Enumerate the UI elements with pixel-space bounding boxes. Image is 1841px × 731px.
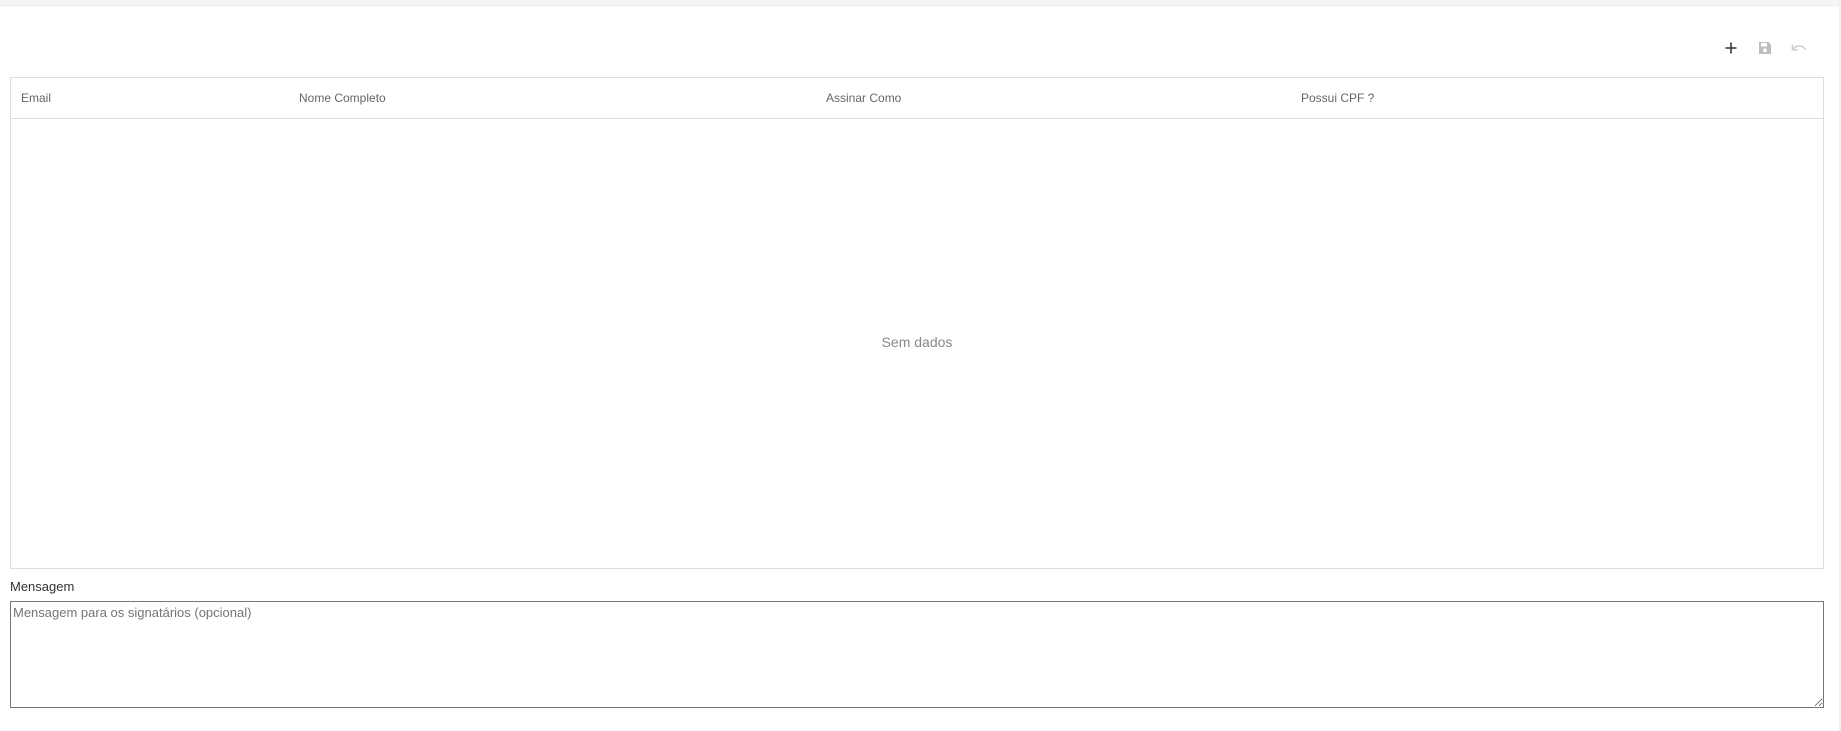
save-icon — [1759, 42, 1771, 54]
page: Email Nome Completo Assinar Como Possui … — [0, 0, 1841, 731]
column-header-full-name[interactable]: Nome Completo — [299, 78, 386, 118]
column-header-has-cpf[interactable]: Possui CPF ? — [1301, 78, 1374, 118]
grid-header: Email Nome Completo Assinar Como Possui … — [11, 78, 1823, 119]
undo-icon — [1791, 44, 1807, 51]
save-button[interactable] — [1753, 36, 1777, 60]
grid-body: Sem dados — [11, 119, 1823, 568]
no-data-message: Sem dados — [881, 334, 953, 350]
message-textarea[interactable] — [10, 601, 1824, 708]
plus-icon — [1725, 42, 1737, 54]
signers-grid: Email Nome Completo Assinar Como Possui … — [10, 77, 1824, 569]
column-header-email[interactable]: Email — [21, 78, 51, 118]
message-label: Mensagem — [10, 579, 75, 594]
grid-toolbar — [1719, 36, 1811, 60]
revert-button[interactable] — [1787, 36, 1811, 60]
top-strip — [0, 0, 1841, 6]
add-button[interactable] — [1719, 36, 1743, 60]
column-header-sign-as[interactable]: Assinar Como — [826, 78, 901, 118]
